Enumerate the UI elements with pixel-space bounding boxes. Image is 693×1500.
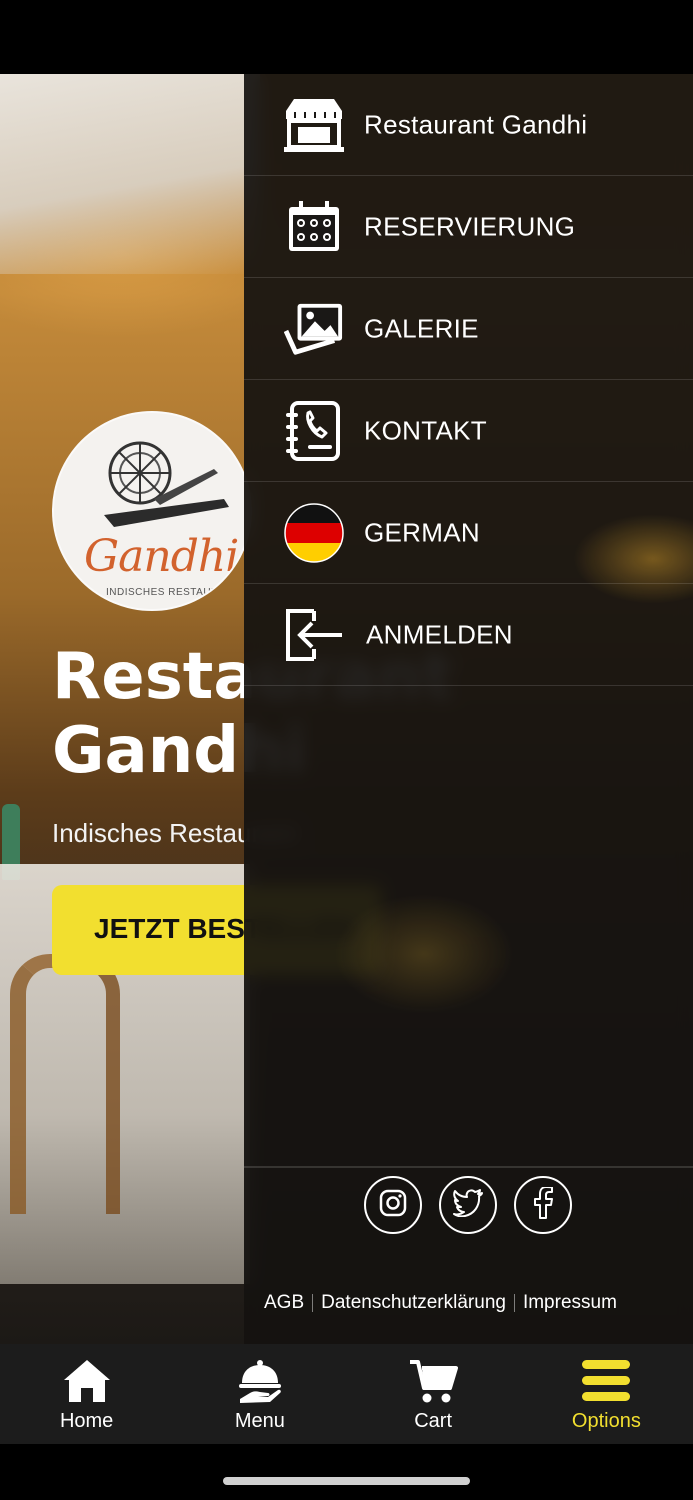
drawer-item-label: KONTAKT: [364, 415, 487, 445]
logo-subtext: INDISCHES RESTAURANT: [106, 587, 241, 598]
nav-home[interactable]: Home: [0, 1344, 173, 1444]
nav-options[interactable]: Options: [520, 1344, 693, 1444]
facebook-button[interactable]: [514, 1176, 572, 1234]
bottom-nav: Home Menu Cart Options: [0, 1344, 693, 1444]
drawer-footer-divider: [244, 1166, 693, 1168]
food-service-icon: [232, 1356, 288, 1406]
contact-book-icon: [284, 400, 344, 461]
twitter-icon: [452, 1188, 484, 1222]
german-flag-icon: [284, 502, 344, 563]
nav-menu[interactable]: Menu: [173, 1344, 346, 1444]
drawer-item-label: GERMAN: [364, 517, 480, 547]
drawer-glow: [334, 894, 514, 1014]
drawer-item-kontakt[interactable]: KONTAKT: [244, 380, 693, 482]
legal-links: AGB Datenschutzerklärung Impressum: [264, 1292, 684, 1314]
nav-label: Cart: [414, 1410, 453, 1432]
nav-label: Options: [571, 1410, 641, 1432]
drawer-item-label: RESERVIERUNG: [364, 211, 576, 241]
hamburger-icon: [578, 1356, 634, 1406]
drawer-item-label: GALERIE: [364, 313, 479, 343]
drawer-item-reservierung[interactable]: RESERVIERUNG: [244, 176, 693, 278]
nav-cart[interactable]: Cart: [347, 1344, 520, 1444]
home-icon: [59, 1356, 115, 1406]
nav-label: Menu: [234, 1410, 285, 1432]
drawer-item-anmelden[interactable]: ANMELDEN: [244, 584, 693, 686]
water-wheel-icon: [104, 441, 229, 527]
drawer-item-galerie[interactable]: GALERIE: [244, 278, 693, 380]
facebook-icon: [533, 1185, 553, 1224]
hero-ceiling: [0, 74, 260, 274]
drawer-item-label: Restaurant Gandhi: [364, 109, 588, 139]
drawer-item-label: ANMELDEN: [366, 619, 513, 649]
agb-link[interactable]: AGB: [264, 1292, 304, 1314]
home-indicator[interactable]: [223, 1477, 470, 1485]
drawer-item-restaurant[interactable]: Restaurant Gandhi: [244, 74, 693, 176]
instagram-icon: [378, 1188, 408, 1223]
side-drawer: Restaurant Gandhi RESERVIERUNG GALERIE K…: [244, 74, 693, 1344]
restaurant-logo: Gandhi INDISCHES RESTAURANT: [52, 411, 252, 611]
cart-icon: [405, 1356, 461, 1406]
status-bar: [0, 0, 693, 74]
twitter-button[interactable]: [439, 1176, 497, 1234]
login-icon: [284, 606, 344, 664]
privacy-link[interactable]: Datenschutzerklärung: [321, 1292, 506, 1314]
imprint-link[interactable]: Impressum: [523, 1292, 617, 1314]
store-icon: [284, 96, 344, 154]
logo-script-text: Gandhi: [84, 531, 239, 582]
instagram-button[interactable]: [364, 1176, 422, 1234]
divider: [312, 1294, 314, 1312]
divider: [513, 1294, 515, 1312]
hero-chair: [10, 954, 120, 1214]
home-indicator-area: [0, 1444, 693, 1500]
drawer-item-language[interactable]: GERMAN: [244, 482, 693, 584]
gallery-icon: [284, 300, 344, 358]
calendar-icon: [284, 198, 344, 256]
nav-label: Home: [59, 1410, 114, 1432]
